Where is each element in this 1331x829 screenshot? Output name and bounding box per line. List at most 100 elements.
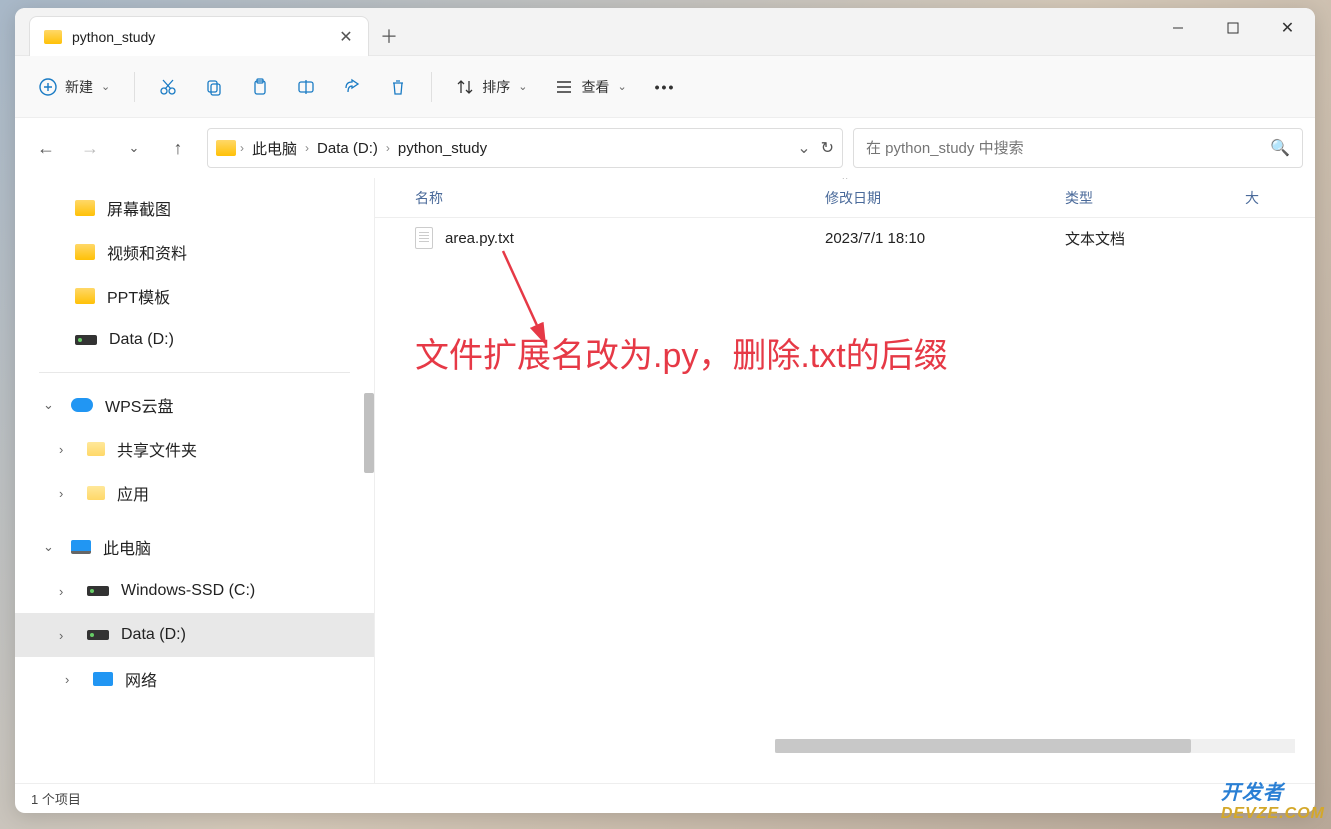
drive-icon bbox=[75, 335, 97, 345]
network-icon bbox=[93, 672, 113, 686]
rename-button[interactable] bbox=[285, 67, 327, 107]
scrollbar-thumb[interactable] bbox=[775, 739, 1191, 753]
sidebar-item-drive-c[interactable]: › Windows-SSD (C:) bbox=[15, 569, 374, 613]
status-text: 1 个项目 bbox=[31, 789, 81, 808]
address-bar[interactable]: › 此电脑 › Data (D:) › python_study ⌄ ↻ bbox=[207, 128, 843, 168]
column-name[interactable]: 名称 bbox=[415, 188, 825, 208]
body: 屏幕截图 视频和资料 PPT模板 Data (D:) ⌄WPS云盘 › 共享文件夹… bbox=[15, 178, 1315, 783]
sort-icon bbox=[456, 78, 474, 96]
drive-icon bbox=[87, 630, 109, 640]
column-type[interactable]: 类型 bbox=[1065, 188, 1245, 208]
divider bbox=[39, 372, 350, 373]
annotation-text: 文件扩展名改为.py，删除.txt的后缀 bbox=[415, 328, 948, 377]
chevron-right-icon: › bbox=[59, 628, 63, 643]
new-label: 新建 bbox=[65, 77, 93, 97]
chevron-down-icon: ⌄ bbox=[518, 80, 527, 93]
drive-icon bbox=[87, 586, 109, 596]
search-icon[interactable]: 🔍 bbox=[1270, 138, 1290, 158]
watermark-line2: DEVZE.COM bbox=[1221, 805, 1325, 823]
sidebar-group-wps[interactable]: ⌄WPS云盘 bbox=[15, 383, 374, 427]
close-tab-icon[interactable]: ✕ bbox=[338, 29, 354, 45]
crumb-thispc[interactable]: 此电脑 bbox=[248, 136, 301, 161]
maximize-button[interactable] bbox=[1205, 8, 1260, 48]
refresh-button[interactable]: ↻ bbox=[821, 138, 834, 158]
file-type: 文本文档 bbox=[1065, 228, 1245, 249]
paste-icon bbox=[251, 78, 269, 96]
column-size[interactable]: 大 bbox=[1245, 188, 1315, 208]
chevron-right-icon: › bbox=[65, 672, 81, 687]
paste-button[interactable] bbox=[239, 67, 281, 107]
up-button[interactable]: ↑ bbox=[159, 129, 197, 167]
folder-icon bbox=[87, 486, 105, 500]
sort-indicator-icon: ⌃ bbox=[840, 178, 849, 187]
back-button[interactable]: ← bbox=[27, 129, 65, 167]
chevron-right-icon: › bbox=[240, 141, 244, 155]
text-file-icon bbox=[415, 227, 433, 249]
folder-icon bbox=[87, 442, 105, 456]
more-button[interactable]: ••• bbox=[643, 67, 688, 107]
sidebar-item-screenshots[interactable]: 屏幕截图 bbox=[15, 186, 374, 230]
sidebar-group-thispc[interactable]: ⌄此电脑 bbox=[15, 525, 374, 569]
window-controls: ✕ bbox=[1150, 8, 1315, 48]
crumb-folder[interactable]: python_study bbox=[394, 138, 491, 159]
search-input[interactable] bbox=[866, 140, 1270, 157]
sidebar-group-network[interactable]: ›网络 bbox=[15, 657, 374, 701]
chevron-down-icon: ⌄ bbox=[101, 80, 110, 93]
cloud-icon bbox=[71, 398, 93, 412]
view-label: 查看 bbox=[581, 77, 609, 97]
sidebar-item-data-d[interactable]: Data (D:) bbox=[15, 318, 374, 362]
new-tab-button[interactable]: ＋ bbox=[369, 16, 409, 56]
chevron-right-icon: › bbox=[59, 442, 63, 457]
chevron-right-icon: › bbox=[386, 141, 390, 155]
close-window-button[interactable]: ✕ bbox=[1260, 8, 1315, 48]
share-icon bbox=[343, 78, 361, 96]
column-date[interactable]: 修改日期 bbox=[825, 188, 1065, 208]
history-dropdown[interactable]: ⌄ bbox=[797, 138, 810, 158]
view-icon bbox=[555, 78, 573, 96]
share-button[interactable] bbox=[331, 67, 373, 107]
explorer-window: python_study ✕ ＋ ✕ 新建 ⌄ 排序 ⌄ 查看 bbox=[15, 8, 1315, 813]
view-button[interactable]: 查看 ⌄ bbox=[543, 67, 638, 107]
sidebar-item-videos[interactable]: 视频和资料 bbox=[15, 230, 374, 274]
watermark: 开发者 DEVZE.COM bbox=[1221, 776, 1325, 823]
sidebar: 屏幕截图 视频和资料 PPT模板 Data (D:) ⌄WPS云盘 › 共享文件夹… bbox=[15, 178, 375, 783]
sort-button[interactable]: 排序 ⌄ bbox=[444, 67, 539, 107]
ellipsis-icon: ••• bbox=[655, 79, 676, 95]
pc-icon bbox=[71, 540, 91, 554]
sidebar-item-drive-d[interactable]: ›Data (D:) bbox=[15, 613, 374, 657]
rename-icon bbox=[297, 78, 315, 96]
sidebar-item-shared[interactable]: › 共享文件夹 bbox=[15, 427, 374, 471]
sidebar-scrollbar[interactable] bbox=[364, 393, 374, 473]
file-area: ⌃ 名称 修改日期 类型 大 area.py.txt 2023/7/1 18:1… bbox=[375, 178, 1315, 783]
sidebar-item-label: 屏幕截图 bbox=[107, 196, 171, 220]
minimize-button[interactable] bbox=[1150, 8, 1205, 48]
search-box[interactable]: 🔍 bbox=[853, 128, 1303, 168]
sort-label: 排序 bbox=[482, 77, 510, 97]
sidebar-item-label: 视频和资料 bbox=[107, 240, 187, 264]
delete-button[interactable] bbox=[377, 67, 419, 107]
sidebar-item-label: 此电脑 bbox=[103, 535, 151, 559]
crumb-drive[interactable]: Data (D:) bbox=[313, 138, 382, 159]
trash-icon bbox=[389, 78, 407, 96]
recent-dropdown[interactable]: ⌄ bbox=[115, 129, 153, 167]
copy-icon bbox=[205, 78, 223, 96]
sidebar-item-app[interactable]: ›应用 bbox=[15, 471, 374, 515]
copy-button[interactable] bbox=[193, 67, 235, 107]
folder-icon bbox=[44, 30, 62, 44]
new-button[interactable]: 新建 ⌄ bbox=[27, 67, 122, 107]
sidebar-item-ppt[interactable]: PPT模板 bbox=[15, 274, 374, 318]
sidebar-item-label: PPT模板 bbox=[107, 284, 170, 308]
sidebar-item-label: 共享文件夹 bbox=[117, 437, 197, 461]
forward-button[interactable]: → bbox=[71, 129, 109, 167]
chevron-right-icon: › bbox=[59, 486, 63, 501]
window-tab[interactable]: python_study ✕ bbox=[29, 16, 369, 56]
sidebar-item-label: WPS云盘 bbox=[105, 393, 173, 417]
chevron-right-icon: › bbox=[59, 584, 63, 599]
nav-arrows: ← → ⌄ ↑ bbox=[27, 129, 197, 167]
file-date: 2023/7/1 18:10 bbox=[825, 230, 1065, 247]
horizontal-scrollbar[interactable] bbox=[775, 739, 1295, 753]
column-headers: ⌃ 名称 修改日期 类型 大 bbox=[375, 178, 1315, 218]
titlebar: python_study ✕ ＋ ✕ bbox=[15, 8, 1315, 56]
cut-button[interactable] bbox=[147, 67, 189, 107]
sidebar-item-label: Windows-SSD (C:) bbox=[121, 582, 255, 600]
